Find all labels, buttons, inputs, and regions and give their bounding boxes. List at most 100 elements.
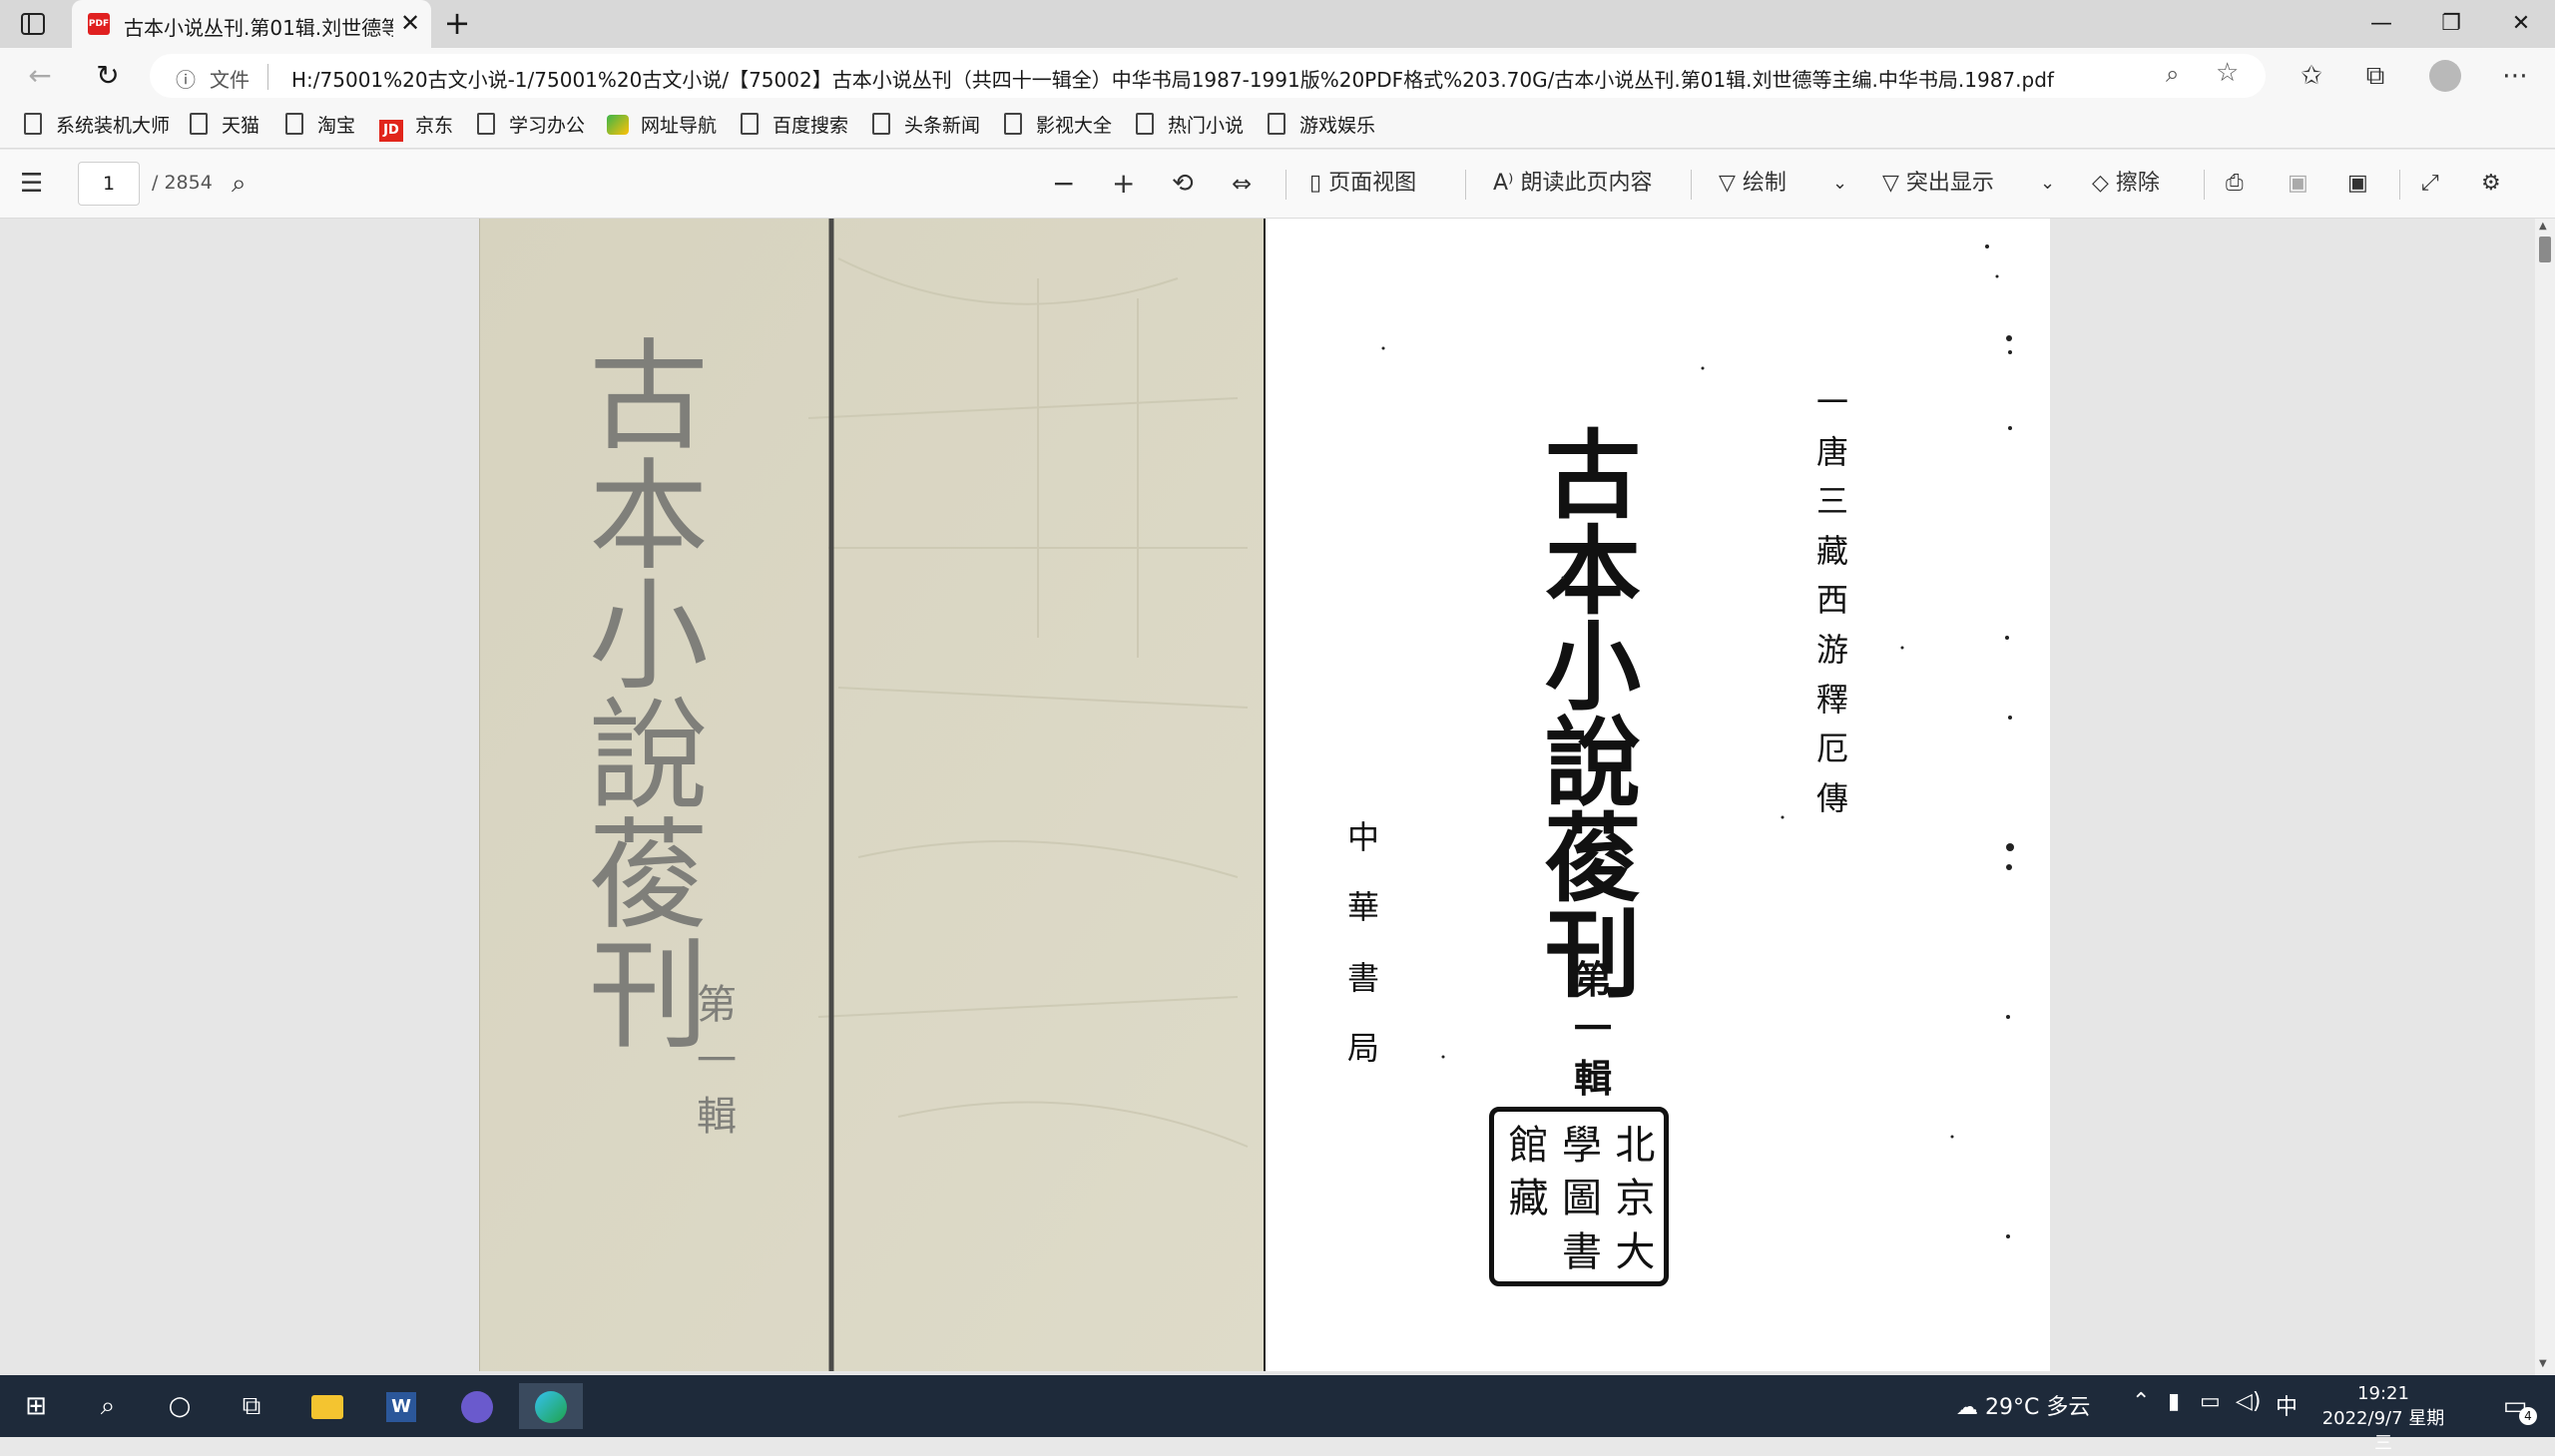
page-icon (1268, 113, 1285, 135)
read-aloud-button[interactable]: A⁾ 朗读此页内容 (1493, 164, 1652, 204)
browser-app-icon[interactable] (445, 1383, 509, 1429)
bookmark-item[interactable]: 热门小说 (1136, 112, 1244, 140)
draw-options-chevron-icon[interactable]: ⌄ (1832, 164, 1847, 204)
pdf-file-icon: PDF (88, 13, 110, 35)
clock[interactable]: 19:21 2022/9/7 星期三 (2313, 1381, 2453, 1456)
browser-toolbar: ← ↻ ⓘ 文件 H:/75001%20古文小说-1/75001%20古文小说/… (0, 48, 2555, 104)
file-scheme-label: 文件 (210, 68, 250, 92)
cover-title: 古 本 小 說 葰 刊 (589, 338, 709, 1057)
bookmark-item[interactable]: 网址导航 (607, 112, 717, 140)
volume-icon[interactable]: ◁) (2236, 1389, 2262, 1414)
notification-center-icon[interactable]: ▭ 4 (2483, 1383, 2547, 1429)
highlighter-icon: ▽ (1882, 171, 1906, 196)
tray-overflow-chevron-icon[interactable]: ⌃ (2132, 1389, 2150, 1414)
close-tab-icon[interactable]: ✕ (395, 8, 425, 38)
refresh-icon[interactable]: ↻ (88, 58, 128, 94)
cloud-sun-icon: ☁ (1956, 1395, 1985, 1420)
nav-icon (607, 115, 629, 135)
cortana-icon[interactable]: ○ (148, 1383, 212, 1429)
back-arrow-icon[interactable]: ← (20, 58, 60, 94)
more-menu-icon[interactable]: ⋯ (2495, 56, 2535, 96)
rotate-icon[interactable]: ⟲ (1172, 164, 1194, 204)
zoom-out-icon[interactable]: − (1052, 164, 1075, 204)
info-icon[interactable]: ⓘ (176, 64, 196, 93)
pdf-page-title: 一 唐 三 藏 西 游 釋 厄 傳 古 本 小 說 葰 刊 第 一 輯 中 華 … (1264, 219, 2050, 1371)
scroll-up-arrow-icon[interactable]: ▲ (2539, 221, 2547, 232)
save-as-icon[interactable]: ▣ (2347, 164, 2368, 204)
bookmark-item[interactable]: 影视大全 (1004, 112, 1112, 140)
edge-app-icon[interactable] (519, 1383, 583, 1429)
bookmark-item[interactable]: 百度搜索 (741, 112, 848, 140)
address-separator (267, 64, 268, 90)
pdf-page-cover: 古 本 小 說 葰 刊 第 一 輯 (479, 219, 1264, 1371)
toolbar-divider (2399, 170, 2400, 200)
scrollbar-thumb[interactable] (2539, 237, 2551, 262)
vertical-scrollbar[interactable]: ▲ ▼ (2535, 219, 2555, 1375)
bookmark-item[interactable]: 天猫 (190, 112, 259, 140)
draw-button[interactable]: ▽ 绘制 (1719, 164, 1787, 204)
favorites-icon[interactable]: ✩ (2292, 56, 2331, 96)
highlight-button[interactable]: ▽ 突出显示 (1882, 164, 1994, 204)
cover-title-char: 小 (589, 568, 709, 707)
table-of-contents-icon[interactable]: ☰ (20, 164, 43, 204)
usb-icon[interactable]: ▮ (2168, 1389, 2180, 1414)
cover-title-char: 古 (589, 328, 709, 467)
page-number-input[interactable]: 1 (78, 162, 140, 206)
erase-button[interactable]: ◇ 擦除 (2092, 164, 2160, 204)
start-windows-icon[interactable]: ⊞ (4, 1383, 68, 1429)
bookmark-item[interactable]: 头条新闻 (872, 112, 980, 140)
search-icon[interactable]: ⌕ (76, 1383, 140, 1429)
close-window-button[interactable]: ✕ (2491, 6, 2551, 42)
file-explorer-icon[interactable] (295, 1383, 359, 1429)
search-icon[interactable]: ⌕ (232, 164, 247, 204)
save-icon[interactable]: ▣ (2288, 164, 2308, 204)
zoom-icon[interactable]: ⌕ (2166, 60, 2179, 88)
toolbar-divider (2204, 170, 2205, 200)
cover-title-char: 葰 (589, 807, 709, 946)
highlight-options-chevron-icon[interactable]: ⌄ (2040, 164, 2055, 204)
network-icon[interactable]: ▭ (2200, 1389, 2221, 1414)
cover-title-char: 說 (589, 688, 709, 826)
add-favorite-icon[interactable]: ☆ (2216, 58, 2239, 88)
print-icon[interactable]: ⎙ (2226, 164, 2244, 204)
jd-icon: JD (379, 120, 403, 142)
new-tab-button[interactable]: + (439, 6, 475, 42)
minimize-button[interactable]: — (2351, 6, 2411, 42)
toolbar-divider (1465, 170, 1466, 200)
pdf-viewer[interactable]: 古 本 小 說 葰 刊 第 一 輯 一 唐 三 藏 西 游 釋 厄 傳 古 本 (0, 219, 2535, 1375)
tab-pdf-document[interactable]: PDF 古本小说丛刊.第01辑.刘世德等主编 ✕ (72, 0, 431, 48)
zoom-in-icon[interactable]: + (1112, 164, 1135, 204)
cover-volume-char: 輯 (697, 1094, 737, 1140)
collections-icon[interactable]: ⧉ (2355, 56, 2395, 96)
bookmark-item[interactable]: 淘宝 (285, 112, 355, 140)
bookmark-item[interactable]: 游戏娱乐 (1268, 112, 1375, 140)
notification-count-badge: 4 (2519, 1407, 2537, 1425)
ime-indicator[interactable]: 中 (2276, 1389, 2298, 1421)
address-bar[interactable]: ⓘ 文件 H:/75001%20古文小说-1/75001%20古文小说/【750… (150, 54, 2266, 98)
url-text[interactable]: H:/75001%20古文小说-1/75001%20古文小说/【75002】古本… (291, 64, 2054, 93)
cover-volume-char: 一 (697, 1038, 737, 1084)
profile-avatar[interactable] (2429, 60, 2461, 92)
clock-time: 19:21 (2357, 1383, 2409, 1404)
task-view-icon[interactable]: ⧉ (220, 1383, 283, 1429)
page-view-button[interactable]: ▯ 页面视图 (1309, 164, 1416, 204)
page-icon (872, 113, 890, 135)
tab-actions-menu-icon[interactable] (18, 10, 48, 38)
pdf-toolbar: ☰ 1 / 2854 ⌕ − + ⟲ ⇔ ▯ 页面视图 A⁾ 朗读此页内容 ▽ … (0, 150, 2555, 219)
tab-title: 古本小说丛刊.第01辑.刘世德等主编 (124, 16, 393, 40)
bookmark-item[interactable]: JD 京东 (379, 112, 453, 142)
tab-bar: PDF 古本小说丛刊.第01辑.刘世德等主编 ✕ + — ❐ ✕ (0, 0, 2555, 48)
cover-title-char: 本 (589, 448, 709, 587)
weather-widget[interactable]: ☁ 29°C 多云 (1956, 1389, 2090, 1421)
bookmark-item[interactable]: 系统装机大师 (24, 112, 170, 140)
word-app-icon[interactable]: W (369, 1383, 433, 1429)
fullscreen-icon[interactable]: ⤢ (2421, 164, 2439, 204)
scan-speckles (1381, 244, 2014, 1238)
fit-width-icon[interactable]: ⇔ (1232, 164, 1252, 204)
settings-gear-icon[interactable]: ⚙ (2481, 164, 2501, 204)
scroll-down-arrow-icon[interactable]: ▼ (2539, 1358, 2547, 1369)
bookmark-item[interactable]: 学习办公 (477, 112, 585, 140)
read-aloud-icon: A⁾ (1493, 171, 1521, 196)
draw-pen-icon: ▽ (1719, 171, 1743, 196)
restore-button[interactable]: ❐ (2421, 6, 2481, 42)
